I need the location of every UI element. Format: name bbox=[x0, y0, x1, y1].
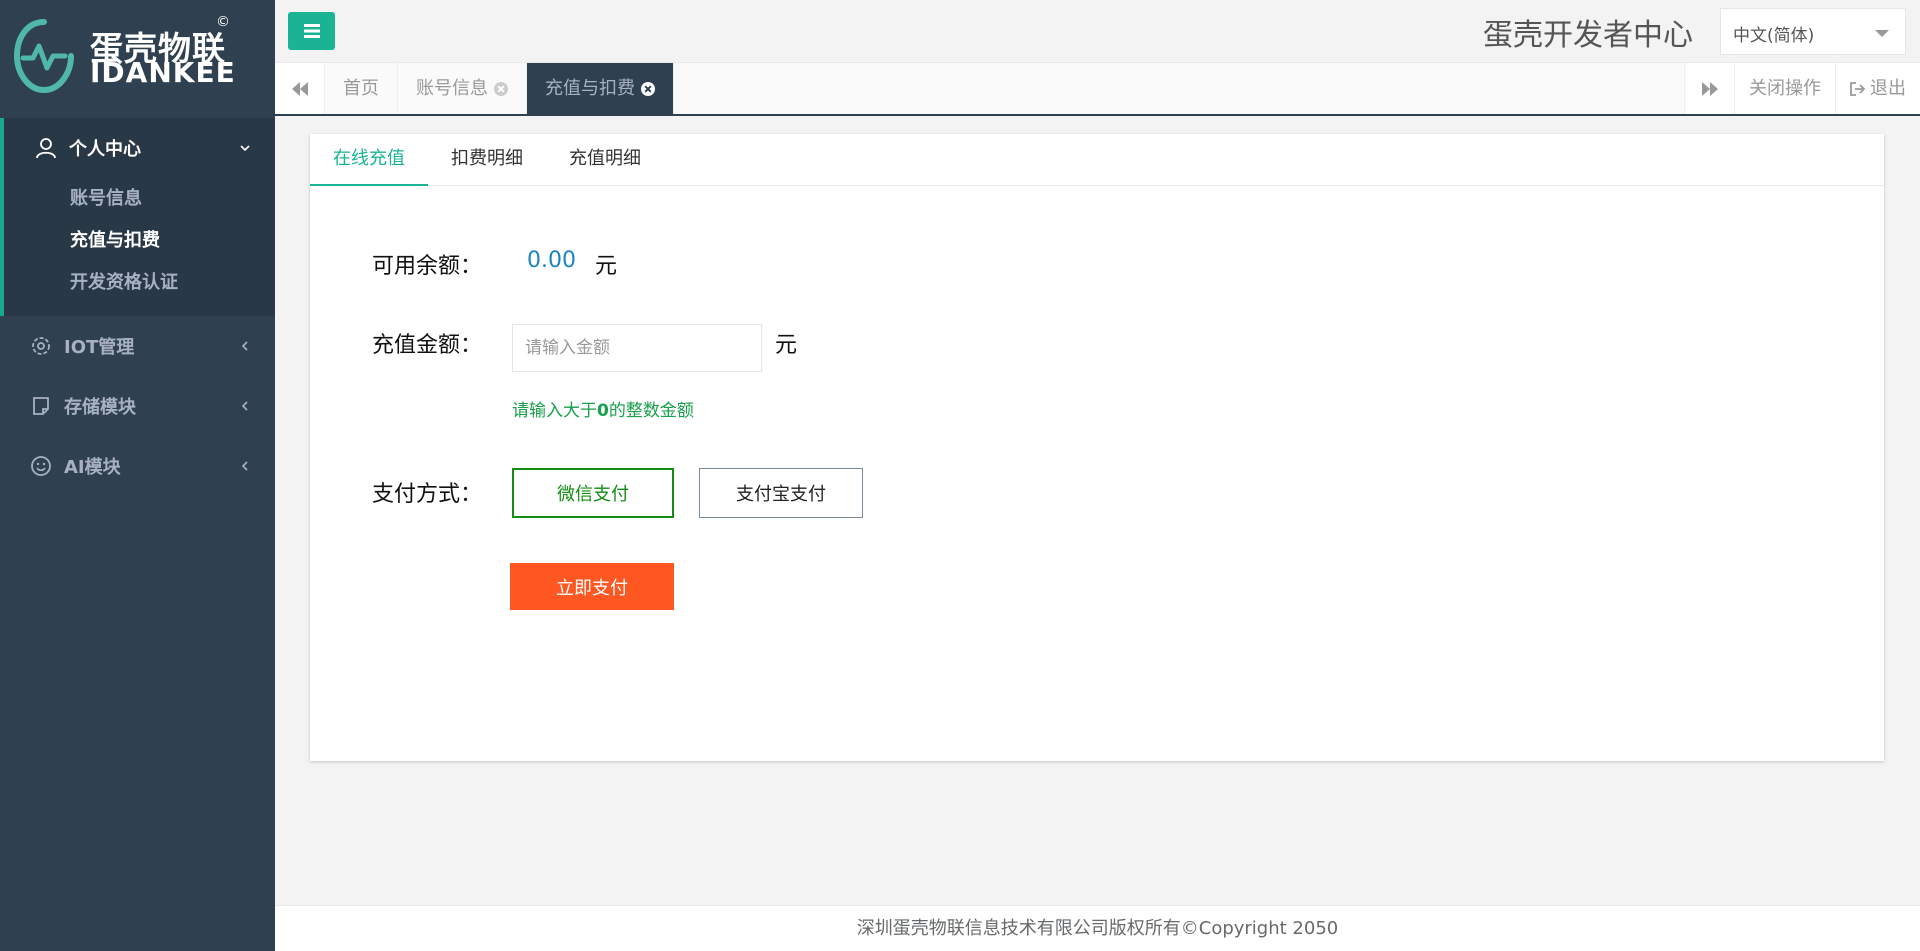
tab-label: 首页 bbox=[343, 78, 379, 99]
close-operations-label: 关闭操作 bbox=[1749, 78, 1821, 99]
chevron-left-icon bbox=[241, 341, 248, 351]
chevron-left-icon bbox=[241, 401, 248, 411]
nav-item-label: 存储模块 bbox=[64, 397, 136, 418]
tab-label: 账号信息 bbox=[416, 78, 488, 99]
amount-hint: 请输入大于0的整数金额 bbox=[512, 396, 694, 421]
sidebar-item-account-info[interactable]: 账号信息 bbox=[4, 178, 275, 220]
nav-item-iot[interactable]: IOT管理 bbox=[0, 316, 275, 376]
main-content: 在线充值 扣费明细 充值明细 可用余额： 0.00 元 充值金额： 元 请输入大… bbox=[275, 116, 1920, 905]
amount-label: 充值金额： bbox=[372, 333, 483, 358]
brand-name-en: IDANKEE bbox=[90, 56, 236, 89]
caret-down-icon bbox=[1875, 30, 1889, 37]
hamburger-icon bbox=[303, 24, 320, 38]
footer: 深圳蛋壳物联信息技术有限公司版权所有©Copyright 2050 bbox=[275, 905, 1920, 951]
backward-icon bbox=[291, 81, 308, 96]
amount-unit: 元 bbox=[775, 333, 798, 358]
close-icon[interactable] bbox=[641, 81, 655, 96]
tab-scroll-right-button[interactable] bbox=[1684, 63, 1734, 114]
sidebar-item-recharge[interactable]: 充值与扣费 bbox=[4, 220, 275, 262]
close-operations-button[interactable]: 关闭操作 bbox=[1734, 63, 1835, 114]
page-title: 蛋壳开发者中心 bbox=[1483, 18, 1693, 53]
chevron-down-icon bbox=[240, 145, 250, 152]
top-header: 蛋壳开发者中心 中文(简体) bbox=[275, 0, 1920, 63]
sidebar-item-developer-cert[interactable]: 开发资格认证 bbox=[4, 262, 275, 304]
menu-toggle-button[interactable] bbox=[288, 12, 335, 50]
logout-label: 退出 bbox=[1870, 78, 1906, 99]
close-icon[interactable] bbox=[494, 81, 508, 96]
wechat-pay-button[interactable]: 微信支付 bbox=[512, 468, 674, 518]
nav-group-personal-center: 个人中心 账号信息 充值与扣费 开发资格认证 bbox=[0, 118, 275, 316]
smile-icon bbox=[31, 456, 51, 476]
forward-icon bbox=[1701, 81, 1718, 96]
nav-item-label: AI模块 bbox=[64, 457, 121, 478]
alipay-button[interactable]: 支付宝支付 bbox=[699, 468, 863, 518]
logout-button[interactable]: 退出 bbox=[1835, 63, 1920, 114]
amount-input[interactable] bbox=[512, 324, 762, 372]
amount-hint-pre: 请输入大于 bbox=[512, 401, 597, 421]
tab-scroll-left-button[interactable] bbox=[275, 63, 325, 114]
language-value: 中文(简体) bbox=[1733, 26, 1815, 46]
note-icon bbox=[33, 397, 49, 415]
footer-copyright: 深圳蛋壳物联信息技术有限公司版权所有©Copyright 2050 bbox=[856, 918, 1339, 939]
logo: 蛋壳物联 IDANKEE © bbox=[0, 0, 275, 118]
pay-now-button[interactable]: 立即支付 bbox=[510, 563, 674, 610]
sign-out-icon bbox=[1850, 81, 1866, 96]
chevron-left-icon bbox=[241, 461, 248, 471]
recharge-card: 在线充值 扣费明细 充值明细 可用余额： 0.00 元 充值金额： 元 请输入大… bbox=[310, 134, 1884, 761]
amount-hint-num: 0 bbox=[597, 401, 609, 421]
nav-item-ai[interactable]: AI模块 bbox=[0, 436, 275, 496]
tab-deduction-details[interactable]: 扣费明细 bbox=[428, 134, 546, 186]
sidebar: 蛋壳物联 IDANKEE © 个人中心 账号信息 充值与扣费 开发资格认证 IO… bbox=[0, 0, 275, 951]
pay-method-label: 支付方式： bbox=[372, 482, 483, 507]
tab-account-info[interactable]: 账号信息 bbox=[398, 63, 527, 114]
tab-home[interactable]: 首页 bbox=[325, 63, 398, 114]
balance-unit: 元 bbox=[595, 254, 618, 279]
language-select[interactable]: 中文(简体) bbox=[1720, 8, 1906, 55]
card-tabs: 在线充值 扣费明细 充值明细 bbox=[310, 134, 1884, 186]
page-tab-bar: 首页 账号信息 充值与扣费 关闭操作 退出 bbox=[275, 63, 1920, 116]
amount-hint-post: 的整数金额 bbox=[608, 401, 694, 421]
nav-item-personal-center[interactable]: 个人中心 bbox=[4, 118, 275, 178]
tab-recharge[interactable]: 充值与扣费 bbox=[527, 63, 674, 114]
balance-label: 可用余额： bbox=[372, 254, 483, 279]
iot-gear-icon bbox=[32, 337, 50, 355]
tab-label: 充值与扣费 bbox=[545, 78, 635, 99]
copyright-mark: © bbox=[216, 14, 230, 30]
tab-online-recharge[interactable]: 在线充值 bbox=[310, 134, 428, 186]
tabs: 首页 账号信息 充值与扣费 bbox=[325, 63, 674, 114]
nav-item-label: IOT管理 bbox=[64, 337, 135, 358]
balance-value: 0.00 bbox=[527, 248, 576, 273]
user-icon bbox=[36, 138, 56, 159]
tab-bar-actions: 关闭操作 退出 bbox=[1684, 63, 1920, 114]
brand-logo-icon bbox=[13, 19, 74, 94]
nav-item-label: 个人中心 bbox=[69, 139, 141, 160]
nav-item-storage[interactable]: 存储模块 bbox=[0, 376, 275, 436]
tab-recharge-details[interactable]: 充值明细 bbox=[546, 134, 664, 186]
